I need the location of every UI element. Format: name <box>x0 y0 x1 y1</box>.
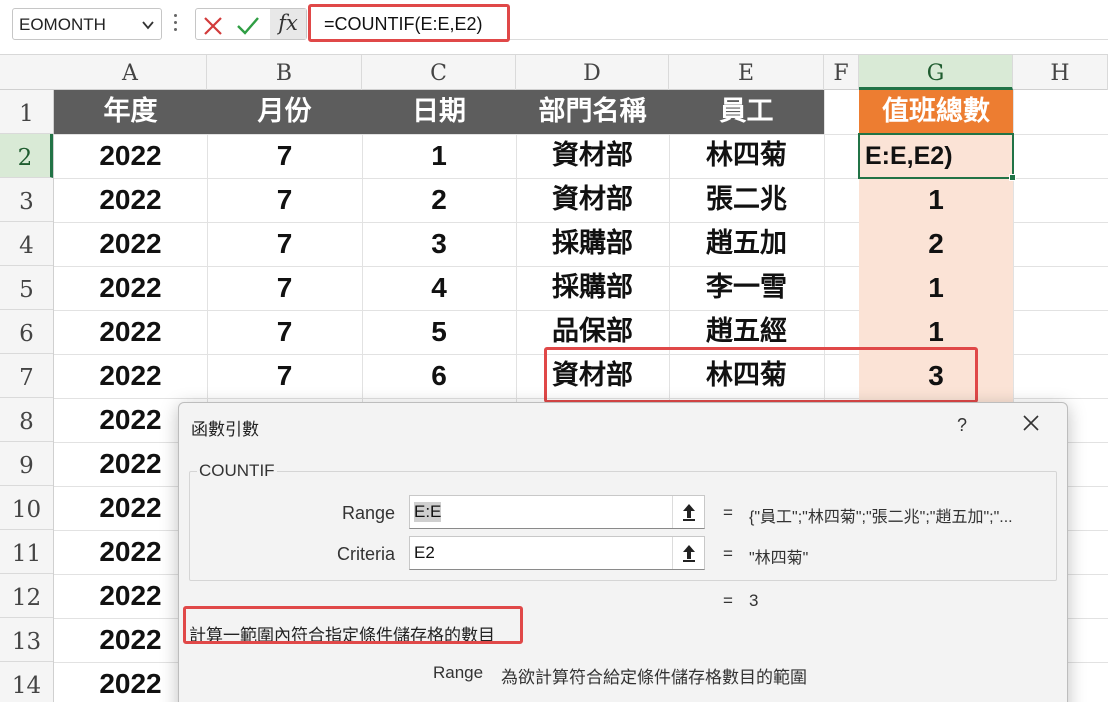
criteria-label: Criteria <box>336 544 395 564</box>
header-cell-department[interactable]: 部門名稱 <box>516 90 669 134</box>
active-cell-border <box>858 133 1014 179</box>
range-label: Range <box>341 503 395 523</box>
cell-a7[interactable]: 2022 <box>54 354 207 398</box>
cell-a6[interactable]: 2022 <box>54 310 207 354</box>
formula-callout-box <box>308 4 510 42</box>
cell-b6[interactable]: 7 <box>207 310 362 354</box>
range-result: {"員工";"林四菊";"張二兆";"趙五加";"... <box>749 509 1013 526</box>
criteria-input[interactable]: E2 <box>409 536 705 570</box>
cell-e5[interactable]: 李一雪 <box>669 266 824 310</box>
column-header-d[interactable]: D <box>516 55 669 90</box>
row-callout-box <box>544 347 978 403</box>
cell-b4[interactable]: 7 <box>207 222 362 266</box>
cell-e2[interactable]: 林四菊 <box>669 134 824 178</box>
cell-c6[interactable]: 5 <box>362 310 516 354</box>
row-header-7[interactable]: 7 <box>0 354 53 398</box>
column-header-e[interactable]: E <box>669 55 824 90</box>
name-box-value: EOMONTH <box>19 15 106 34</box>
column-header-a[interactable]: A <box>54 55 207 90</box>
row-header-13[interactable]: 13 <box>0 618 53 662</box>
header-cell-employee[interactable]: 員工 <box>669 90 824 134</box>
parameter-name: Range <box>433 663 484 682</box>
close-icon[interactable] <box>1021 413 1041 438</box>
column-header-c[interactable]: C <box>362 55 516 90</box>
row-header-5[interactable]: 5 <box>0 266 53 310</box>
insert-function-button[interactable]: fx <box>270 9 306 39</box>
cell-a4[interactable]: 2022 <box>54 222 207 266</box>
column-header-g[interactable]: G <box>859 55 1013 90</box>
name-box[interactable]: EOMONTH <box>12 8 162 40</box>
row-header-3[interactable]: 3 <box>0 178 53 222</box>
cell-c4[interactable]: 3 <box>362 222 516 266</box>
row-header-8[interactable]: 8 <box>0 398 53 442</box>
column-header-h[interactable]: H <box>1013 55 1108 90</box>
row-header-12[interactable]: 12 <box>0 574 53 618</box>
help-button[interactable]: ? <box>957 415 967 436</box>
row-header-9[interactable]: 9 <box>0 442 53 486</box>
check-icon[interactable] <box>236 15 260 42</box>
criteria-equals: = <box>723 544 733 563</box>
cell-a5[interactable]: 2022 <box>54 266 207 310</box>
cell-c7[interactable]: 6 <box>362 354 516 398</box>
cell-a2[interactable]: 2022 <box>54 134 207 178</box>
criteria-result: "林四菊" <box>749 550 809 567</box>
more-options-icon[interactable] <box>174 14 178 34</box>
cancel-icon[interactable] <box>202 15 224 42</box>
function-name: COUNTIF <box>197 461 277 481</box>
cell-b2[interactable]: 7 <box>207 134 362 178</box>
collapse-dialog-icon[interactable] <box>672 537 704 569</box>
row-header-11[interactable]: 11 <box>0 530 53 574</box>
dialog-title: 函數引數 <box>191 420 259 439</box>
column-header-f[interactable]: F <box>824 55 859 90</box>
cell-c2[interactable]: 1 <box>362 134 516 178</box>
row-header-4[interactable]: 4 <box>0 222 53 266</box>
row-header-14[interactable]: 14 <box>0 662 53 702</box>
parameter-description: 為欲計算符合給定條件儲存格數目的範圍 <box>501 668 807 687</box>
row-header-1[interactable]: 1 <box>0 90 53 134</box>
column-header-b[interactable]: B <box>207 55 362 90</box>
chevron-down-icon[interactable] <box>141 18 155 37</box>
row-header-2[interactable]: 2 <box>0 134 53 178</box>
function-arguments-dialog: 函數引數 ? COUNTIF Range E:E = {"員工";"林四菊";"… <box>178 402 1068 702</box>
range-input[interactable]: E:E <box>409 495 705 529</box>
row-header-bar: 1 2 3 4 5 6 7 8 9 10 11 12 13 14 <box>0 90 54 702</box>
cell-e4[interactable]: 趙五加 <box>669 222 824 266</box>
cell-a3[interactable]: 2022 <box>54 178 207 222</box>
row-header-10[interactable]: 10 <box>0 486 53 530</box>
cell-g4[interactable]: 2 <box>859 222 1013 266</box>
formula-bar: EOMONTH fx =COUNTIF(E:E,E2) <box>0 0 1108 50</box>
header-cell-date[interactable]: 日期 <box>362 90 516 134</box>
cell-g5[interactable]: 1 <box>859 266 1013 310</box>
formula-controls: fx <box>195 8 307 40</box>
formula-result: 3 <box>749 591 759 610</box>
criteria-value: E2 <box>414 543 435 562</box>
collapse-dialog-icon[interactable] <box>672 496 704 528</box>
column-header-bar: A B C D E F G H <box>0 54 1108 90</box>
cell-b3[interactable]: 7 <box>207 178 362 222</box>
formula-result-equals: = <box>723 591 733 610</box>
header-cell-year[interactable]: 年度 <box>54 90 207 134</box>
cell-b5[interactable]: 7 <box>207 266 362 310</box>
cell-d3[interactable]: 資材部 <box>516 178 669 222</box>
cell-e3[interactable]: 張二兆 <box>669 178 824 222</box>
header-cell-duty-count[interactable]: 值班總數 <box>859 90 1013 134</box>
cell-g3[interactable]: 1 <box>859 178 1013 222</box>
header-cell-month[interactable]: 月份 <box>207 90 362 134</box>
range-value: E:E <box>414 502 442 522</box>
range-equals: = <box>723 503 733 522</box>
cell-c3[interactable]: 2 <box>362 178 516 222</box>
cell-c5[interactable]: 4 <box>362 266 516 310</box>
cell-b7[interactable]: 7 <box>207 354 362 398</box>
cell-d5[interactable]: 採購部 <box>516 266 669 310</box>
row-header-6[interactable]: 6 <box>0 310 53 354</box>
cell-d4[interactable]: 採購部 <box>516 222 669 266</box>
fill-handle[interactable] <box>1009 174 1016 181</box>
description-callout-box <box>183 606 523 644</box>
cell-d2[interactable]: 資材部 <box>516 134 669 178</box>
